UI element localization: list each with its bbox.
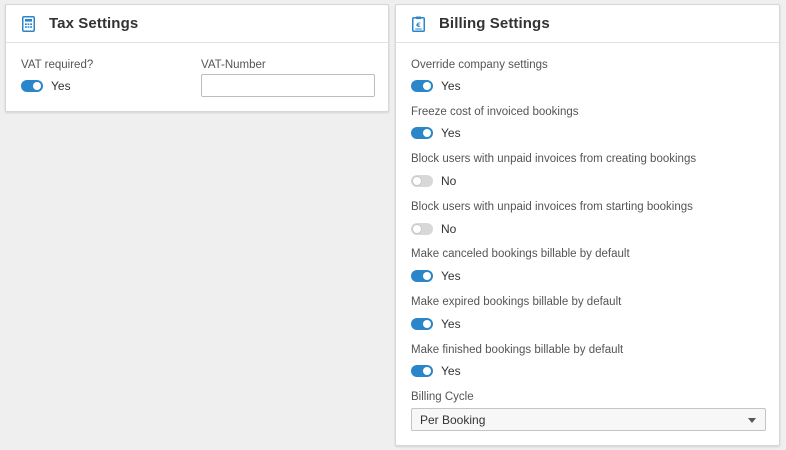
billing-settings-header: € Billing Settings: [396, 5, 779, 43]
block-creating-bookings-row[interactable]: No: [411, 174, 456, 188]
setting-label: Make canceled bookings billable by defau…: [411, 248, 630, 260]
setting-label: Override company settings: [411, 59, 548, 71]
billing-settings-title: Billing Settings: [439, 15, 550, 32]
override-company-settings-toggle[interactable]: [411, 80, 433, 92]
vat-required-value: Yes: [51, 79, 71, 93]
override-company-settings-row[interactable]: Yes: [411, 79, 461, 93]
block-starting-bookings-row[interactable]: No: [411, 222, 456, 236]
tax-settings-header: Tax Settings: [6, 5, 388, 43]
freeze-cost-toggle[interactable]: [411, 127, 433, 139]
freeze-cost-row[interactable]: Yes: [411, 126, 461, 140]
canceled-billable-toggle[interactable]: [411, 270, 433, 282]
setting-value: Yes: [441, 269, 461, 283]
block-starting-bookings-toggle[interactable]: [411, 223, 433, 235]
vat-number-label: VAT-Number: [201, 59, 266, 71]
tax-settings-card: Tax Settings VAT required? Yes VAT-Numbe…: [5, 4, 389, 112]
billing-settings-card: € Billing Settings Override company sett…: [395, 4, 780, 446]
tax-settings-title: Tax Settings: [49, 15, 139, 32]
setting-value: Yes: [441, 126, 461, 140]
vat-required-toggle[interactable]: [21, 80, 43, 92]
canceled-billable-row[interactable]: Yes: [411, 269, 461, 283]
setting-label: Make finished bookings billable by defau…: [411, 344, 624, 356]
vat-required-toggle-row[interactable]: Yes: [21, 79, 71, 93]
setting-value: No: [441, 174, 457, 188]
finished-billable-row[interactable]: Yes: [411, 364, 461, 378]
billing-cycle-select[interactable]: Per Booking: [411, 408, 766, 431]
setting-label: Freeze cost of invoiced bookings: [411, 106, 579, 118]
block-creating-bookings-toggle[interactable]: [411, 175, 433, 187]
finished-billable-toggle[interactable]: [411, 365, 433, 377]
billing-cycle-label: Billing Cycle: [411, 391, 474, 403]
svg-text:€: €: [415, 21, 421, 29]
setting-label: Block users with unpaid invoices from cr…: [411, 153, 697, 165]
vat-required-label: VAT required?: [21, 59, 94, 71]
setting-label: Block users with unpaid invoices from st…: [411, 201, 693, 213]
setting-value: No: [441, 222, 457, 236]
billing-cycle-selected: Per Booking: [420, 412, 486, 427]
expired-billable-toggle[interactable]: [411, 318, 433, 330]
setting-value: Yes: [441, 364, 461, 378]
setting-value: Yes: [441, 79, 461, 93]
setting-label: Make expired bookings billable by defaul…: [411, 296, 622, 308]
setting-value: Yes: [441, 317, 461, 331]
chevron-down-icon[interactable]: [748, 418, 756, 423]
expired-billable-row[interactable]: Yes: [411, 317, 461, 331]
vat-number-input[interactable]: [201, 74, 375, 97]
invoice-clipboard-icon: €: [412, 16, 425, 32]
calculator-icon: [22, 15, 35, 32]
